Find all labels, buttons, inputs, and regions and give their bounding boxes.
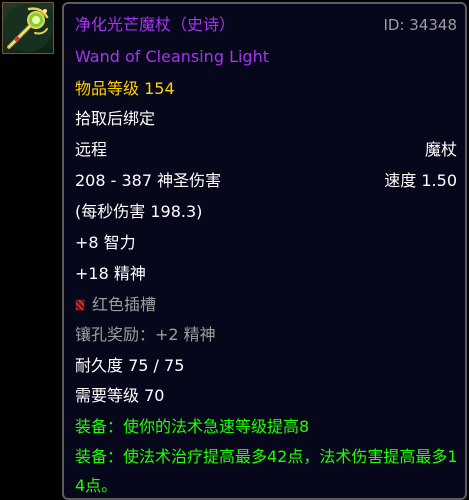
stat-intellect: +8 智力 (75, 233, 136, 252)
socket-label: 红色插槽 (92, 295, 157, 314)
wand-icon (4, 4, 52, 52)
item-slot: 远程 (75, 140, 108, 159)
item-dps: (每秒伤害 198.3) (75, 202, 203, 221)
equip-effect-haste: 装备：使你的法术急速等级提高8 (75, 417, 310, 436)
equip-effect-healing: 装备：使法术治疗提高最多42点，法术伤害提高最多14点。 (75, 447, 458, 495)
item-english-name: Wand of Cleansing Light (75, 47, 269, 66)
item-damage: 208 - 387 神圣伤害 (75, 171, 222, 190)
socket-row: 红色插槽 (75, 290, 457, 320)
item-type: 魔杖 (424, 140, 457, 159)
item-id: ID: 34348 (383, 16, 457, 34)
item-binding: 拾取后绑定 (75, 109, 156, 128)
socket-bonus: 镶孔奖励：+2 精神 (75, 325, 216, 344)
item-durability: 耐久度 75 / 75 (75, 356, 185, 375)
damage-speed-row: 208 - 387 神圣伤害 速度 1.50 (75, 166, 457, 196)
item-level-value: 154 (144, 79, 175, 98)
item-level-label: 物品等级 (75, 79, 140, 98)
red-socket-icon (75, 299, 85, 311)
slot-type-row: 远程 魔杖 (75, 135, 457, 165)
item-level: 物品等级 154 (75, 74, 457, 104)
tooltip-header-row: 净化光芒魔杖（史诗） ID: 34348 (75, 10, 457, 40)
item-speed: 速度 1.50 (384, 171, 457, 190)
item-name: 净化光芒魔杖（史诗） (75, 15, 236, 34)
item-icon-frame[interactable] (2, 2, 54, 54)
item-required-level: 需要等级 70 (75, 386, 165, 405)
item-tooltip: 净化光芒魔杖（史诗） ID: 34348 Wand of Cleansing L… (62, 2, 467, 500)
stat-spirit: +18 精神 (75, 264, 146, 283)
